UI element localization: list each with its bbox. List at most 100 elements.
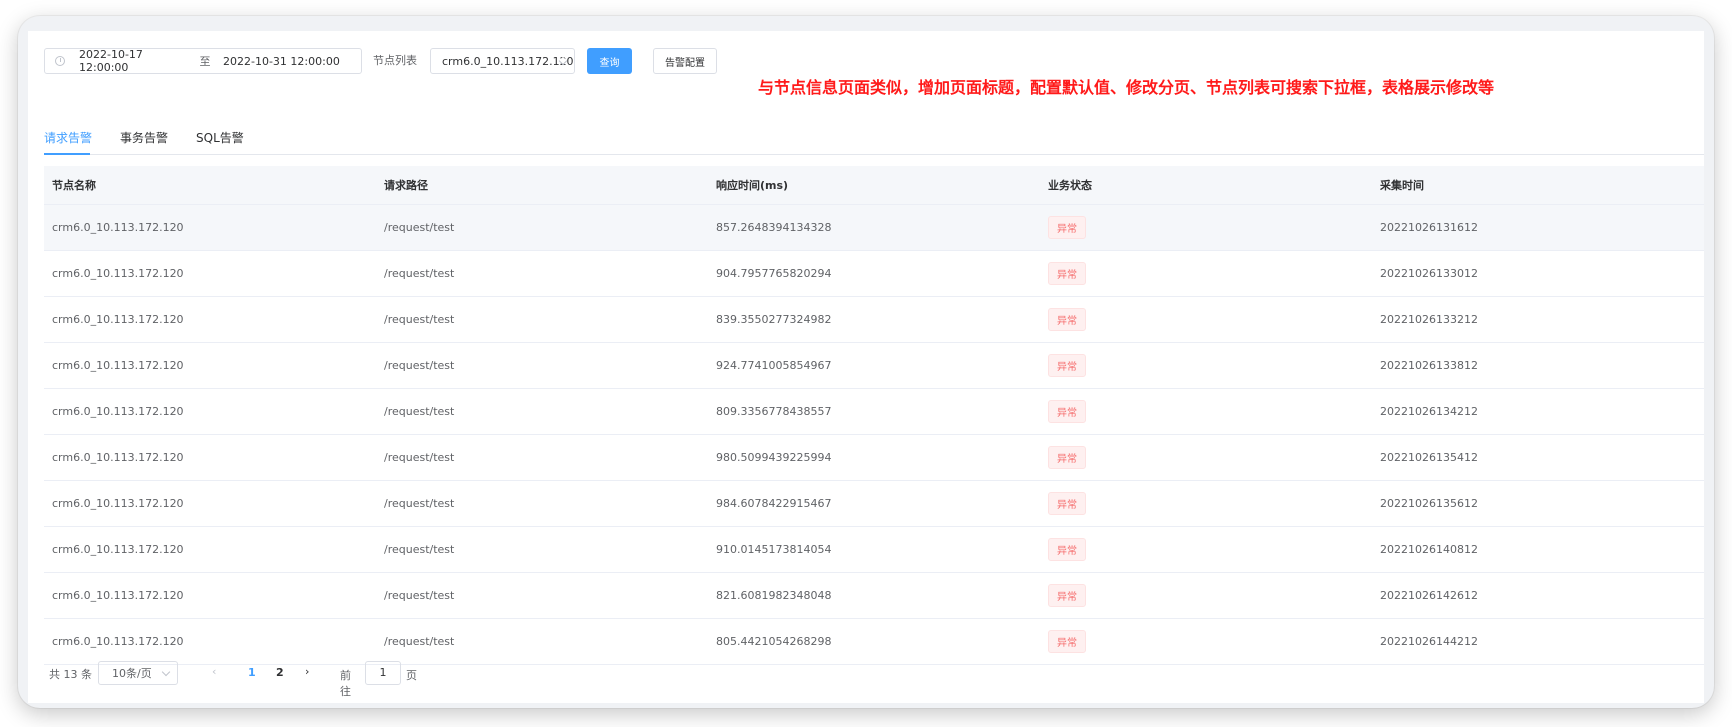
cell-path: /request/test	[376, 480, 708, 527]
cell-path: /request/test	[376, 204, 708, 251]
cell-node: crm6.0_10.113.172.120	[44, 480, 376, 527]
status-badge: 异常	[1048, 400, 1086, 423]
tab-transaction-alarm[interactable]: 事务告警	[120, 129, 168, 146]
main-content: 请求告警 事务告警 SQL告警 节点名称 请求路径 响应时间(ms) 业务状态 …	[28, 106, 1704, 703]
cell-path: /request/test	[376, 296, 708, 343]
cell-status: 异常	[1040, 296, 1372, 343]
window-frame: 2022-10-17 12:00:00 至 2022-10-31 12:00:0…	[18, 16, 1714, 708]
cell-status: 异常	[1040, 480, 1372, 527]
cell-node: crm6.0_10.113.172.120	[44, 388, 376, 435]
cell-status: 异常	[1040, 250, 1372, 297]
cell-status: 异常	[1040, 526, 1372, 573]
cell-response: 839.3550277324982	[708, 296, 1040, 343]
column-header-time: 采集时间	[1372, 166, 1704, 205]
page-size-select[interactable]: 10条/页	[98, 661, 178, 685]
status-badge: 异常	[1048, 262, 1086, 285]
table-row: crm6.0_10.113.172.120/request/test 904.79…	[44, 250, 1704, 297]
cell-time: 20221026133012	[1372, 250, 1704, 297]
cell-response: 805.4421054268298	[708, 618, 1040, 665]
table-row: crm6.0_10.113.172.120/request/test 821.60…	[44, 572, 1704, 619]
cell-time: 20221026133812	[1372, 342, 1704, 389]
cell-node: crm6.0_10.113.172.120	[44, 572, 376, 619]
cell-node: crm6.0_10.113.172.120	[44, 250, 376, 297]
column-header-path: 请求路径	[376, 166, 708, 205]
table-row: crm6.0_10.113.172.120/request/test 805.44…	[44, 618, 1704, 665]
date-start[interactable]: 2022-10-17 12:00:00	[79, 48, 187, 74]
status-badge: 异常	[1048, 308, 1086, 331]
cell-status: 异常	[1040, 618, 1372, 665]
cell-status: 异常	[1040, 388, 1372, 435]
cell-time: 20221026135612	[1372, 480, 1704, 527]
cell-status: 异常	[1040, 204, 1372, 251]
column-header-node: 节点名称	[44, 166, 376, 205]
status-badge: 异常	[1048, 216, 1086, 239]
total-count: 共 13 条	[49, 668, 92, 681]
table-row: crm6.0_10.113.172.120/request/test 980.50…	[44, 434, 1704, 481]
cell-time: 20221026142612	[1372, 572, 1704, 619]
cell-response: 924.7741005854967	[708, 342, 1040, 389]
active-tab-indicator	[44, 153, 90, 155]
status-badge: 异常	[1048, 630, 1086, 653]
cell-response: 984.6078422915467	[708, 480, 1040, 527]
cell-response: 857.2648394134328	[708, 204, 1040, 251]
cell-response: 910.0145173814054	[708, 526, 1040, 573]
cell-path: /request/test	[376, 572, 708, 619]
cell-time: 20221026133212	[1372, 296, 1704, 343]
status-badge: 异常	[1048, 446, 1086, 469]
column-header-response: 响应时间(ms)	[708, 166, 1040, 205]
date-end[interactable]: 2022-10-31 12:00:00	[223, 55, 340, 68]
query-button[interactable]: 查询	[587, 48, 632, 74]
cell-node: crm6.0_10.113.172.120	[44, 296, 376, 343]
table-header-row: 节点名称 请求路径 响应时间(ms) 业务状态 采集时间	[44, 166, 1704, 205]
cell-status: 异常	[1040, 434, 1372, 481]
chevron-right-icon[interactable]: ›	[305, 665, 309, 678]
annotation-note: 与节点信息页面类似，增加页面标题，配置默认值、修改分页、节点列表可搜索下拉框，表…	[758, 78, 1495, 97]
table-row: crm6.0_10.113.172.120/request/test 924.77…	[44, 342, 1704, 389]
goto-label: 前往	[340, 669, 351, 698]
chevron-down-icon	[161, 667, 171, 677]
table-row: crm6.0_10.113.172.120/request/test 984.60…	[44, 480, 1704, 527]
node-list-label: 节点列表	[373, 54, 417, 67]
cell-response: 904.7957765820294	[708, 250, 1040, 297]
status-badge: 异常	[1048, 584, 1086, 607]
cell-node: crm6.0_10.113.172.120	[44, 342, 376, 389]
cell-path: /request/test	[376, 434, 708, 481]
node-select-value: crm6.0_10.113.172.120	[442, 54, 574, 68]
cell-path: /request/test	[376, 526, 708, 573]
cell-path: /request/test	[376, 342, 708, 389]
cell-node: crm6.0_10.113.172.120	[44, 526, 376, 573]
cell-path: /request/test	[376, 618, 708, 665]
cell-response: 821.6081982348048	[708, 572, 1040, 619]
tab-request-alarm[interactable]: 请求告警	[44, 129, 92, 146]
goto-page-input[interactable]: 1	[365, 661, 401, 685]
cell-status: 异常	[1040, 342, 1372, 389]
column-header-status: 业务状态	[1040, 166, 1372, 205]
node-select[interactable]: crm6.0_10.113.172.120	[430, 48, 575, 74]
date-separator: 至	[199, 55, 211, 68]
cell-node: crm6.0_10.113.172.120	[44, 204, 376, 251]
alarm-config-button[interactable]: 告警配置	[653, 48, 717, 74]
status-badge: 异常	[1048, 492, 1086, 515]
clock-icon	[55, 56, 65, 66]
table-row: crm6.0_10.113.172.120/request/test 839.35…	[44, 296, 1704, 343]
cell-node: crm6.0_10.113.172.120	[44, 434, 376, 481]
alarm-table: 节点名称 请求路径 响应时间(ms) 业务状态 采集时间 crm6.0_10.1…	[44, 166, 1704, 665]
cell-path: /request/test	[376, 388, 708, 435]
chevron-left-icon[interactable]: ‹	[212, 665, 216, 678]
page-size-value: 10条/页	[112, 667, 152, 680]
status-badge: 异常	[1048, 354, 1086, 377]
cell-time: 20221026135412	[1372, 434, 1704, 481]
cell-time: 20221026131612	[1372, 204, 1704, 251]
page-2[interactable]: 2	[276, 666, 284, 679]
table-row: crm6.0_10.113.172.120/request/test 809.33…	[44, 388, 1704, 435]
tab-sql-alarm[interactable]: SQL告警	[196, 129, 244, 146]
date-range-picker[interactable]: 2022-10-17 12:00:00 至 2022-10-31 12:00:0…	[44, 48, 362, 74]
cell-response: 809.3356778438557	[708, 388, 1040, 435]
tab-bar: 请求告警 事务告警 SQL告警	[44, 122, 1704, 155]
cell-status: 异常	[1040, 572, 1372, 619]
cell-time: 20221026134212	[1372, 388, 1704, 435]
page-1[interactable]: 1	[248, 666, 256, 679]
cell-node: crm6.0_10.113.172.120	[44, 618, 376, 665]
cell-response: 980.5099439225994	[708, 434, 1040, 481]
cell-path: /request/test	[376, 250, 708, 297]
